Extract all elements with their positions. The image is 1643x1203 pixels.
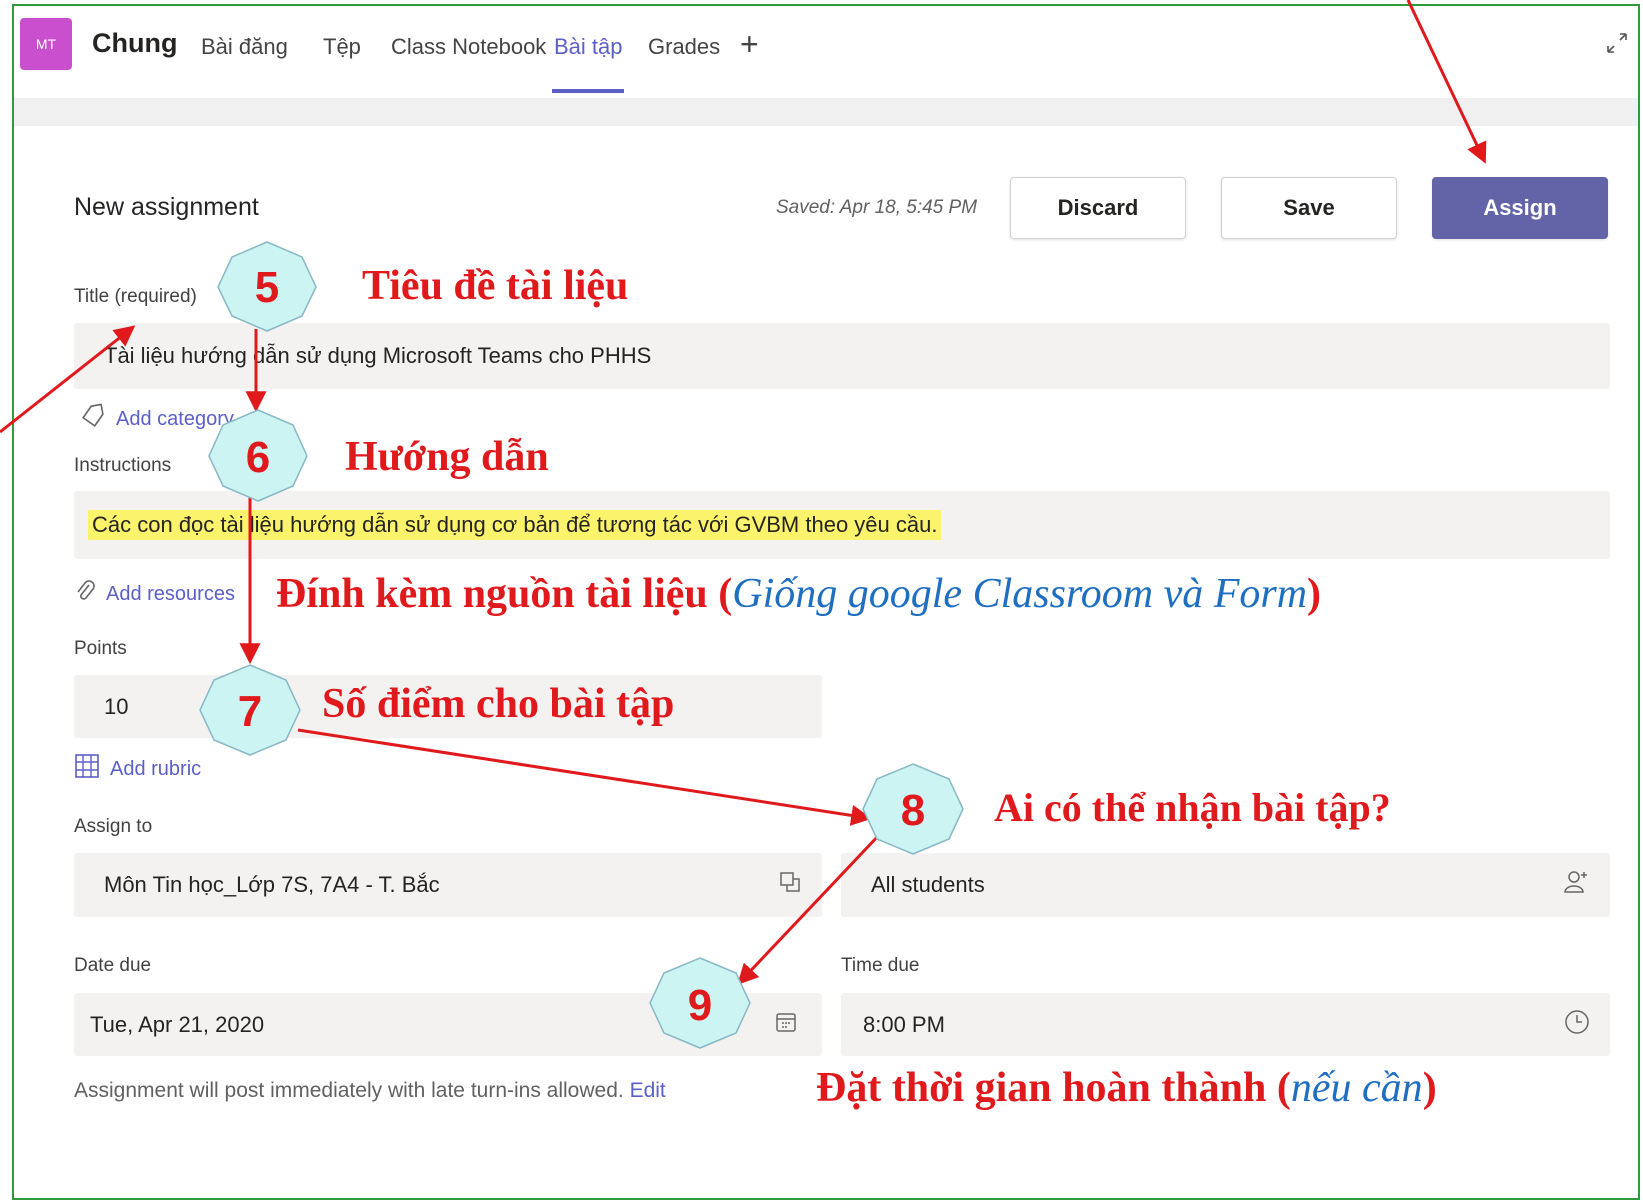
channel-header: MT Chung Bài đăng Tệp Class Notebook Bài… xyxy=(14,6,1638,99)
add-resources-link[interactable]: Add resources xyxy=(74,578,235,610)
tab-class-notebook[interactable]: Class Notebook xyxy=(391,34,546,60)
class-selector[interactable]: Môn Tin học_Lớp 7S, 7A4 - T. Bắc xyxy=(74,853,822,917)
date-due-value: Tue, Apr 21, 2020 xyxy=(90,1011,265,1037)
channel-name: Chung xyxy=(92,28,178,58)
calendar-icon[interactable] xyxy=(774,1010,798,1040)
tab-grades[interactable]: Grades xyxy=(648,34,720,60)
instructions-label: Instructions xyxy=(74,455,172,476)
annotation-time-suffix: ) xyxy=(1422,1065,1437,1111)
class-value: Môn Tin học_Lớp 7S, 7A4 - T. Bắc xyxy=(104,872,440,897)
tab-posts[interactable]: Bài đăng xyxy=(201,34,288,60)
time-due-input[interactable]: 8:00 PM xyxy=(841,993,1610,1056)
assign-to-label: Assign to xyxy=(74,816,153,837)
date-due-label: Date due xyxy=(74,955,152,976)
grid-icon xyxy=(74,753,100,785)
add-person-icon[interactable] xyxy=(1562,868,1590,902)
title-value: Tài liệu hướng dẫn sử dụng Microsoft Tea… xyxy=(104,343,652,368)
date-due-input[interactable]: Tue, Apr 21, 2020 xyxy=(74,993,822,1056)
instructions-input[interactable]: Các con đọc tài liệu hướng dẫn sử dụng c… xyxy=(74,491,1610,559)
add-resources-label: Add resources xyxy=(106,582,235,605)
points-value: 10 xyxy=(104,693,129,719)
assign-button[interactable]: Assign xyxy=(1432,177,1608,239)
points-label: Points xyxy=(74,638,127,659)
annotation-resources-prefix: Đính kèm nguồn tài liệu ( xyxy=(276,571,733,617)
save-button[interactable]: Save xyxy=(1221,177,1397,239)
instructions-value: Các con đọc tài liệu hướng dẫn sử dụng c… xyxy=(88,510,942,540)
annotation-resources-suffix: ) xyxy=(1307,571,1322,617)
active-tab-indicator xyxy=(552,89,624,93)
copy-icon[interactable] xyxy=(778,870,802,900)
title-input[interactable]: Tài liệu hướng dẫn sử dụng Microsoft Tea… xyxy=(74,323,1610,389)
expand-icon[interactable] xyxy=(1604,30,1630,62)
students-selector[interactable]: All students xyxy=(841,853,1610,917)
annotation-resources-note: Đính kèm nguồn tài liệu (Giống google Cl… xyxy=(276,570,1321,618)
time-due-label: Time due xyxy=(841,955,920,976)
annotation-time-note: Đặt thời gian hoàn thành (nếu cần) xyxy=(816,1064,1437,1112)
annotation-assign-note: Ai có thể nhận bài tập? xyxy=(994,785,1391,830)
footer-note: Assignment will post immediately with la… xyxy=(74,1079,666,1103)
time-due-value: 8:00 PM xyxy=(863,1011,945,1037)
add-tab-button[interactable]: + xyxy=(740,26,759,63)
team-avatar[interactable]: MT xyxy=(20,18,72,70)
clock-icon[interactable] xyxy=(1564,1009,1590,1041)
students-value: All students xyxy=(871,872,985,897)
annotation-time-blue: nếu cần xyxy=(1290,1065,1423,1111)
annotation-title-note: Tiêu đề tài liệu xyxy=(362,263,629,309)
annotation-resources-blue: Giống google Classroom và Form xyxy=(732,571,1308,617)
paperclip-icon xyxy=(74,578,96,610)
add-rubric-link[interactable]: Add rubric xyxy=(74,753,201,785)
tab-assignments[interactable]: Bài tập xyxy=(554,34,623,60)
saved-status: Saved: Apr 18, 5:45 PM xyxy=(776,197,978,218)
edit-link[interactable]: Edit xyxy=(630,1079,666,1102)
tag-icon xyxy=(80,403,106,435)
add-category-label: Add category xyxy=(116,407,234,430)
footer-note-text: Assignment will post immediately with la… xyxy=(74,1079,624,1102)
add-rubric-label: Add rubric xyxy=(110,757,202,780)
annotation-points-note: Số điểm cho bài tập xyxy=(322,681,675,727)
header-divider-strip xyxy=(14,98,1638,126)
tab-files[interactable]: Tệp xyxy=(323,34,361,60)
title-label: Title (required) xyxy=(74,286,197,307)
page-title: New assignment xyxy=(74,193,259,221)
annotation-time-prefix: Đặt thời gian hoàn thành ( xyxy=(816,1065,1291,1111)
discard-button[interactable]: Discard xyxy=(1010,177,1186,239)
annotation-instructions-note: Hướng dẫn xyxy=(345,434,549,480)
add-category-link[interactable]: Add category xyxy=(80,403,234,435)
